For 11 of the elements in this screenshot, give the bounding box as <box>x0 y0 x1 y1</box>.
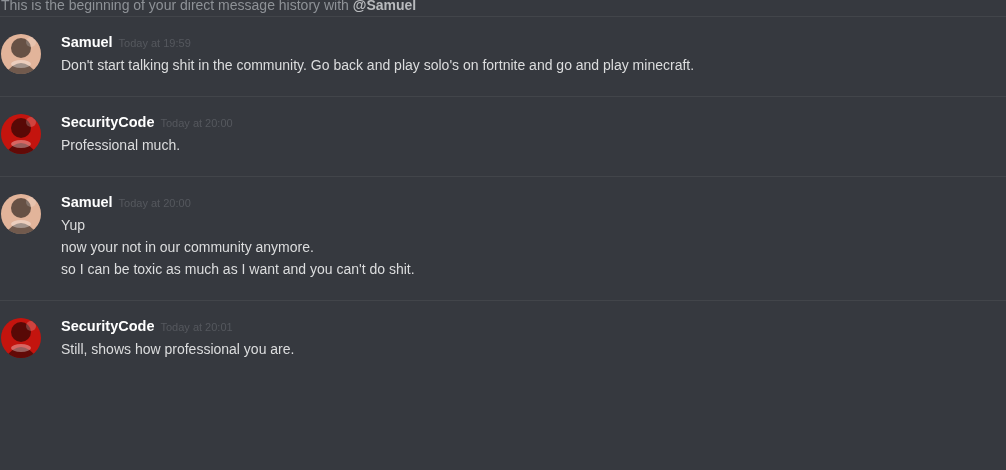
author-name[interactable]: SecurityCode <box>61 114 155 130</box>
author-name[interactable]: Samuel <box>61 194 113 210</box>
message-text: Professional much. <box>61 136 182 155</box>
intro-text: This is the beginning of your direct message history with @Samuel <box>0 0 418 15</box>
message-text: Yup <box>61 216 87 235</box>
author-name[interactable]: SecurityCode <box>61 318 155 334</box>
message-text: Don't start talking shit in the community. Go back and play solo's on fortnite and go and play minecraft. <box>61 56 695 75</box>
message-text: so I can be toxic as much as I want and you can't do shit. <box>61 260 415 279</box>
message-text: now your not in our community anymore. <box>61 238 315 257</box>
author-name[interactable]: Samuel <box>61 34 113 50</box>
message-text: Still, shows how professional you are. <box>61 340 295 359</box>
